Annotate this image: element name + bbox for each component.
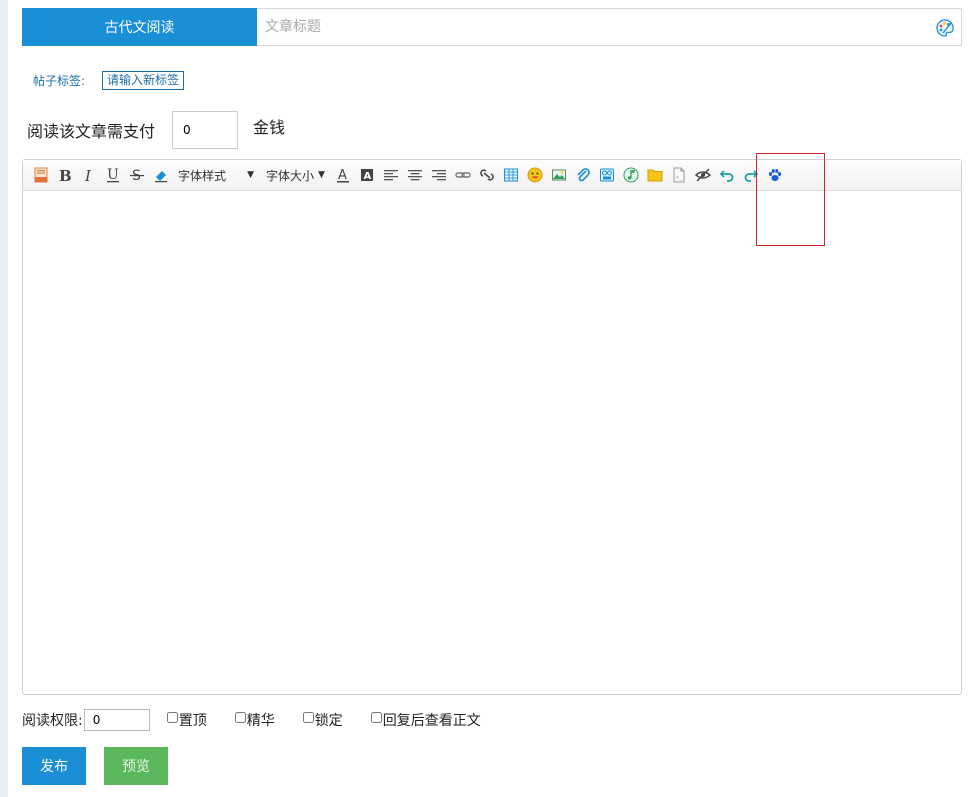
pay-unit-label: 金钱 xyxy=(253,118,286,137)
palette-icon[interactable] xyxy=(935,18,955,38)
align-left-icon[interactable] xyxy=(380,164,402,186)
svg-text:A: A xyxy=(364,171,372,182)
file-icon[interactable]: >_ xyxy=(668,164,690,186)
lock-checkbox-label: 锁定 xyxy=(314,713,343,729)
eraser-icon[interactable] xyxy=(150,164,172,186)
svg-text:I: I xyxy=(84,167,92,183)
font-size-dropdown[interactable]: 字体大小 ▼ xyxy=(264,164,330,186)
reply-to-view-checkbox-label: 回复后查看正文 xyxy=(382,713,481,729)
title-row: 古代文阅读 xyxy=(22,8,962,46)
chevron-down-icon: ▼ xyxy=(318,170,325,180)
featured-checkbox-box[interactable] xyxy=(234,711,246,723)
source-icon[interactable] xyxy=(30,164,52,186)
sticky-checkbox-box[interactable] xyxy=(166,711,178,723)
svg-text:>_: >_ xyxy=(676,175,683,181)
svg-text:U: U xyxy=(107,167,119,183)
image-icon[interactable] xyxy=(548,164,570,186)
tag-input[interactable]: 请输入新标签 xyxy=(102,71,185,90)
publish-button[interactable]: 发布 xyxy=(22,747,86,785)
reply-to-view-checkbox-box[interactable] xyxy=(370,711,382,723)
reply-to-view-checkbox[interactable]: 回复后查看正文 xyxy=(370,710,481,730)
pay-row: 阅读该文章需支付 金钱 xyxy=(27,111,285,149)
font-style-dropdown[interactable]: 字体样式 ▼ xyxy=(174,164,256,186)
tag-label: 帖子标签: xyxy=(33,74,86,88)
underline-icon[interactable]: U xyxy=(102,164,124,186)
unlink-icon[interactable] xyxy=(476,164,498,186)
permission-input[interactable] xyxy=(83,709,150,731)
featured-checkbox[interactable]: 精华 xyxy=(234,710,275,730)
category-button[interactable]: 古代文阅读 xyxy=(22,8,257,46)
lock-checkbox[interactable]: 锁定 xyxy=(302,710,343,730)
lock-checkbox-box[interactable] xyxy=(302,711,314,723)
chevron-down-icon: ▼ xyxy=(247,170,254,180)
emoticon-icon[interactable] xyxy=(524,164,546,186)
font-color-icon[interactable]: A xyxy=(332,164,354,186)
align-right-icon[interactable] xyxy=(428,164,450,186)
attachment-icon[interactable] xyxy=(572,164,594,186)
video-icon[interactable] xyxy=(596,164,618,186)
pay-amount-input[interactable] xyxy=(172,111,239,149)
title-field-wrap xyxy=(257,8,962,46)
font-size-label: 字体大小 xyxy=(266,168,315,183)
options-row: 阅读权限: 置顶 精华 锁定 回复后查看正文 xyxy=(22,709,481,731)
left-sidebar-edge xyxy=(0,0,8,797)
undo-icon[interactable] xyxy=(716,164,738,186)
font-style-label: 字体样式 xyxy=(178,168,227,183)
permission-label: 阅读权限: xyxy=(22,713,83,729)
folder-icon[interactable] xyxy=(644,164,666,186)
sticky-checkbox[interactable]: 置顶 xyxy=(166,710,207,730)
sticky-checkbox-label: 置顶 xyxy=(178,713,207,729)
bold-icon[interactable]: B xyxy=(54,164,76,186)
title-input[interactable] xyxy=(257,9,961,45)
link-icon[interactable] xyxy=(452,164,474,186)
preview-button[interactable]: 预览 xyxy=(104,747,168,785)
pay-label: 阅读该文章需支付 xyxy=(27,122,156,141)
strikethrough-icon[interactable]: S xyxy=(126,164,148,186)
tag-row: 帖子标签: 请输入新标签 xyxy=(33,71,185,90)
editor-content-area[interactable] xyxy=(23,191,961,694)
svg-text:B: B xyxy=(59,167,72,183)
background-color-icon[interactable]: A xyxy=(356,164,378,186)
align-center-icon[interactable] xyxy=(404,164,426,186)
italic-icon[interactable]: I xyxy=(78,164,100,186)
featured-checkbox-label: 精华 xyxy=(246,713,275,729)
hide-icon[interactable] xyxy=(692,164,714,186)
table-icon[interactable] xyxy=(500,164,522,186)
music-icon[interactable] xyxy=(620,164,642,186)
svg-text:A: A xyxy=(338,168,347,183)
highlight-annotation-box xyxy=(756,153,825,246)
